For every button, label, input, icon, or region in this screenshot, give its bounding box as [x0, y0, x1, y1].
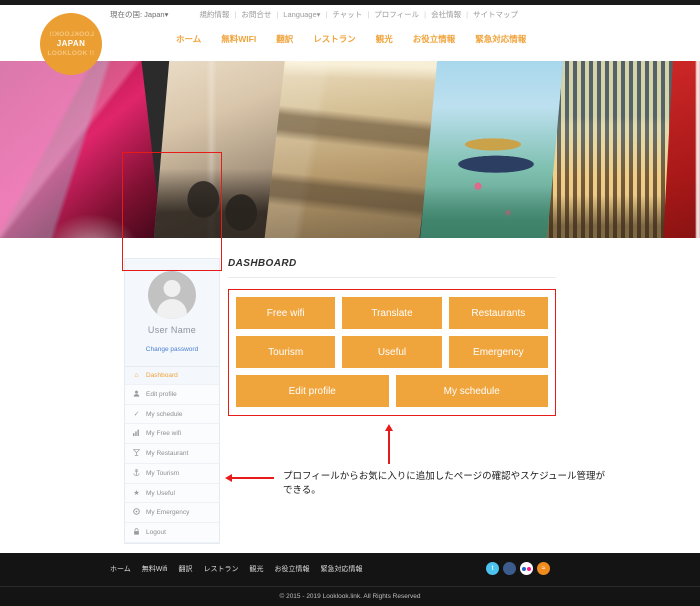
- gear-icon: [132, 508, 141, 517]
- annotation-arrow-up: [388, 430, 390, 464]
- sidebar-menu: ⌂ Dashboard Edit profile ✓ My schedule: [125, 366, 219, 543]
- utility-bar: 現在の国: Japan▾ 規約情報 | お問合せ | Language▾ | チ…: [110, 9, 523, 20]
- sidebar-item-edit-profile[interactable]: Edit profile: [125, 385, 219, 405]
- sidebar-item-label: My Restaurant: [146, 450, 188, 457]
- tile-row: Free wifi Translate Restaurants: [236, 297, 548, 329]
- sidebar-item-my-useful[interactable]: ★ My Useful: [125, 484, 219, 503]
- check-icon: ✓: [132, 410, 141, 418]
- sidebar-item-label: My Emergency: [146, 509, 189, 516]
- sidebar-item-label: Logout: [146, 529, 166, 536]
- footer-link-home[interactable]: ホーム: [110, 564, 131, 574]
- anchor-icon: [132, 469, 141, 478]
- country-selector-label: 現在の国: Japan: [110, 10, 165, 19]
- sidebar-item-label: Dashboard: [146, 372, 178, 379]
- utility-link-contact[interactable]: お問合せ: [236, 9, 276, 20]
- sidebar-item-logout[interactable]: Logout: [125, 523, 219, 543]
- tile-edit-profile[interactable]: Edit profile: [236, 375, 389, 407]
- site-logo[interactable]: LOOKLOOK!! JAPAN LOOKLOOK !!: [40, 13, 102, 75]
- tile-useful[interactable]: Useful: [342, 336, 441, 368]
- star-icon: ★: [132, 489, 141, 497]
- person-icon: [132, 390, 141, 399]
- logo-bottom-text: LOOKLOOK !!: [48, 50, 95, 57]
- site-header: LOOKLOOK!! JAPAN LOOKLOOK !! 現在の国: Japan…: [0, 5, 700, 61]
- twitter-icon[interactable]: t: [486, 562, 499, 575]
- tile-my-schedule[interactable]: My schedule: [396, 375, 549, 407]
- home-icon: ⌂: [132, 372, 141, 379]
- sidebar-item-dashboard[interactable]: ⌂ Dashboard: [125, 367, 219, 385]
- hero-banner: [0, 61, 700, 238]
- utility-link-company[interactable]: 会社情報: [426, 9, 466, 20]
- tile-emergency[interactable]: Emergency: [449, 336, 548, 368]
- sidebar-item-label: My Useful: [146, 490, 175, 497]
- title-divider: [228, 277, 556, 278]
- footer-link-tourism[interactable]: 観光: [249, 564, 263, 574]
- footer-link-emergency[interactable]: 緊急対応情報: [320, 564, 362, 574]
- site-footer: ホーム 無料Wifi 翻訳 レストラン 観光 お役立情報 緊急対応情報 t ≈ …: [0, 553, 700, 606]
- copyright-text: © 2015 - 2019 Looklook.link. All Rights …: [0, 586, 700, 600]
- main-content: User Name Change password ⌂ Dashboard Ed…: [0, 238, 700, 553]
- main-navigation: ホーム 無料WIFI 翻訳 レストラン 観光 お役立情報 緊急対応情報: [176, 33, 526, 45]
- utility-link-chat[interactable]: チャット: [327, 9, 367, 20]
- profile-card: User Name Change password: [125, 259, 219, 366]
- sidebar-item-my-schedule[interactable]: ✓ My schedule: [125, 405, 219, 424]
- footer-navigation: ホーム 無料Wifi 翻訳 レストラン 観光 お役立情報 緊急対応情報: [110, 564, 362, 574]
- annotation-text: プロフィールからお気に入りに追加したページの確認やスケジュール管理ができる。: [283, 470, 613, 498]
- annotation-arrow-left: [232, 477, 274, 479]
- nav-item-home[interactable]: ホーム: [176, 33, 201, 45]
- tile-translate[interactable]: Translate: [342, 297, 441, 329]
- nav-item-useful[interactable]: お役立情報: [413, 33, 456, 45]
- utility-links: 規約情報 | お問合せ | Language▾ | チャット | プロフィール …: [194, 9, 523, 20]
- sidebar-item-label: My Free wifi: [146, 430, 181, 437]
- logo-top-text: LOOKLOOK!!: [49, 31, 94, 38]
- utility-link-profile[interactable]: プロフィール: [369, 9, 424, 20]
- nav-item-restaurant[interactable]: レストラン: [313, 33, 356, 45]
- country-selector[interactable]: 現在の国: Japan▾: [110, 9, 168, 20]
- sidebar-item-label: Edit profile: [146, 391, 177, 398]
- logo-country-text: JAPAN: [57, 39, 86, 48]
- cocktail-icon: [132, 449, 141, 458]
- dashboard-tiles-highlight: Free wifi Translate Restaurants Tourism …: [228, 289, 556, 416]
- change-password-link[interactable]: Change password: [146, 346, 198, 353]
- tile-restaurants[interactable]: Restaurants: [449, 297, 548, 329]
- hero-image-shopping-mall: [262, 61, 442, 238]
- tile-free-wifi[interactable]: Free wifi: [236, 297, 335, 329]
- rss-icon[interactable]: ≈: [537, 562, 550, 575]
- sidebar-item-my-restaurant[interactable]: My Restaurant: [125, 444, 219, 464]
- utility-link-terms[interactable]: 規約情報: [194, 9, 234, 20]
- user-name: User Name: [131, 325, 213, 335]
- footer-link-restaurant[interactable]: レストラン: [203, 564, 238, 574]
- utility-link-sitemap[interactable]: サイトマップ: [468, 9, 523, 20]
- sidebar-item-my-tourism[interactable]: My Tourism: [125, 464, 219, 484]
- tile-tourism[interactable]: Tourism: [236, 336, 335, 368]
- footer-link-free-wifi[interactable]: 無料Wifi: [142, 564, 168, 574]
- page-title: DASHBOARD: [228, 258, 556, 269]
- page-root: LOOKLOOK!! JAPAN LOOKLOOK !! 現在の国: Japan…: [0, 0, 700, 606]
- sidebar-item-my-emergency[interactable]: My Emergency: [125, 503, 219, 523]
- facebook-icon[interactable]: [503, 562, 516, 575]
- avatar: [148, 271, 196, 319]
- social-links: t ≈: [486, 562, 550, 575]
- nav-item-emergency[interactable]: 緊急対応情報: [475, 33, 526, 45]
- footer-link-useful[interactable]: お役立情報: [274, 564, 309, 574]
- utility-link-language[interactable]: Language▾: [278, 10, 325, 19]
- tile-row: Edit profile My schedule: [236, 375, 548, 407]
- hero-image-concert: [0, 61, 165, 238]
- user-sidebar: User Name Change password ⌂ Dashboard Ed…: [124, 258, 220, 544]
- nav-item-tourism[interactable]: 観光: [376, 33, 393, 45]
- lock-icon: [132, 528, 141, 537]
- sidebar-item-label: My schedule: [146, 411, 183, 418]
- sidebar-item-my-free-wifi[interactable]: My Free wifi: [125, 424, 219, 444]
- hero-image-salon: [152, 61, 287, 238]
- tile-row: Tourism Useful Emergency: [236, 336, 548, 368]
- flickr-icon[interactable]: [520, 562, 533, 575]
- chevron-down-icon: ▾: [165, 10, 169, 19]
- bar-chart-icon: [132, 429, 141, 438]
- nav-item-free-wifi[interactable]: 無料WIFI: [221, 33, 256, 45]
- nav-item-translate[interactable]: 翻訳: [276, 33, 293, 45]
- footer-link-translate[interactable]: 翻訳: [178, 564, 192, 574]
- dashboard-panel: DASHBOARD Free wifi Translate Restaurant…: [228, 258, 556, 416]
- hero-image-boat-pond: [418, 61, 568, 238]
- sidebar-item-label: My Tourism: [146, 470, 179, 477]
